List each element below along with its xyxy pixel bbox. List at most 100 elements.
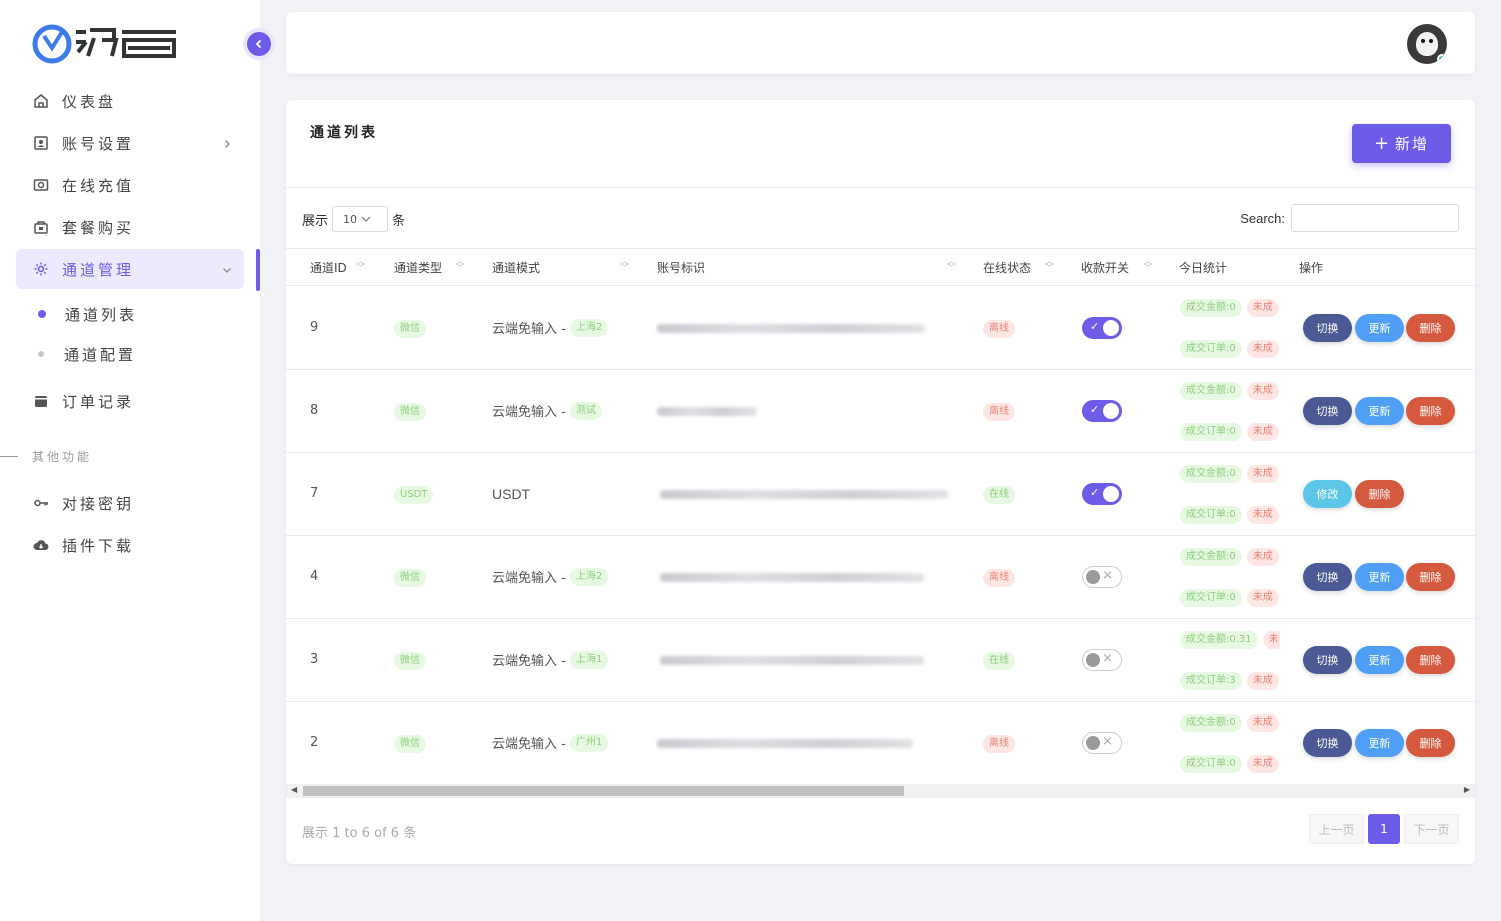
type-tag: 微信 [394, 735, 426, 753]
switch-button[interactable]: 切换 [1303, 314, 1352, 342]
payment-toggle[interactable] [1082, 732, 1122, 754]
column-header-payment-switch[interactable]: 收款开关 ︿ ﹀ [1081, 249, 1152, 286]
mode-tag: 测试 [569, 401, 602, 420]
mode-text: 云端免输入 - [492, 405, 566, 420]
amount-tag: 成交金额:0 [1180, 548, 1242, 566]
type-tag: 微信 [394, 569, 426, 587]
add-channel-button[interactable]: + 新增 [1352, 124, 1451, 163]
payment-toggle[interactable] [1082, 317, 1122, 339]
avatar-eye [1429, 39, 1433, 43]
sort-icon: ︿ ﹀ [620, 257, 630, 274]
table-row: 3 微信 云端免输入 - 上海1 在线 成交金额:0.31未 成交订单:3未成 … [286, 619, 1475, 702]
mode-text: 云端免输入 - [492, 654, 566, 669]
next-page-button[interactable]: 下一页 [1404, 814, 1459, 844]
account-id-redacted [657, 324, 925, 333]
pending-orders-tag: 未成 [1246, 506, 1279, 524]
chevron-down-icon [222, 261, 232, 279]
update-button[interactable]: 更新 [1355, 314, 1404, 342]
nav-dashboard[interactable]: 仪表盘 [16, 81, 244, 121]
switch-button[interactable]: 切换 [1303, 563, 1352, 591]
cloud-download-icon [32, 536, 50, 554]
nav-label: 对接密钥 [62, 494, 135, 513]
delete-button[interactable]: 删除 [1406, 563, 1455, 591]
search-input[interactable] [1291, 204, 1459, 232]
channel-mode: 云端免输入 - 上海1 [492, 650, 609, 669]
pending-orders-tag: 未成 [1246, 589, 1279, 607]
column-header-account[interactable]: 账号标识 ︿ ﹀ [657, 249, 956, 286]
header-label: 操作 [1299, 261, 1324, 275]
payment-toggle[interactable] [1082, 649, 1122, 671]
header-label: 在线状态 [983, 261, 1032, 275]
switch-button[interactable]: 切换 [1303, 729, 1352, 757]
table-row: 8 微信 云端免输入 - 测试 离线 成交金额:0未成 成交订单:0未成 切换 … [286, 370, 1475, 453]
page-1-button[interactable]: 1 [1368, 814, 1400, 844]
online-status: 离线 [983, 320, 1015, 338]
status-badge: 离线 [983, 320, 1015, 338]
pagination: 上一页 1 下一页 [1309, 814, 1459, 844]
online-status-dot [1437, 54, 1447, 64]
payment-toggle[interactable] [1082, 566, 1122, 588]
delete-button[interactable]: 删除 [1406, 729, 1455, 757]
brand-logo[interactable] [32, 22, 182, 66]
payment-toggle[interactable] [1082, 400, 1122, 422]
online-status: 在线 [983, 652, 1015, 670]
column-header-id[interactable]: 通道ID ︿ ﹀ [310, 249, 365, 286]
search-label: Search: [1240, 210, 1285, 226]
update-button[interactable]: 更新 [1355, 563, 1404, 591]
table-row: 2 微信 云端免输入 - 广州1 离线 成交金额:0未成 成交订单:0未成 切换… [286, 702, 1475, 785]
delete-button[interactable]: 删除 [1406, 314, 1455, 342]
scroll-right-icon[interactable]: ▶ [1464, 785, 1470, 794]
scroll-left-icon[interactable]: ◀ [291, 785, 297, 794]
avatar-face [1416, 32, 1438, 56]
switch-button[interactable]: 切换 [1303, 646, 1352, 674]
amount-stat: 成交金额:0 未成 [1180, 465, 1280, 483]
prev-page-button[interactable]: 上一页 [1309, 814, 1364, 844]
update-button[interactable]: 更新 [1355, 646, 1404, 674]
delete-button[interactable]: 删除 [1406, 397, 1455, 425]
update-button[interactable]: 更新 [1355, 729, 1404, 757]
nav-recharge[interactable]: 在线充值 [16, 165, 244, 205]
nav-channel-management[interactable]: 通道管理 [16, 249, 244, 289]
update-button[interactable]: 更新 [1355, 397, 1404, 425]
delete-button[interactable]: 删除 [1406, 646, 1455, 674]
nav-account-settings[interactable]: 账号设置 [16, 123, 244, 163]
channel-id: 7 [310, 486, 319, 501]
nav-label: 套餐购买 [62, 218, 135, 237]
section-label-other: 其他功能 [0, 448, 92, 465]
subnav-channel-list[interactable]: 通道列表 [16, 296, 244, 332]
column-header-online[interactable]: 在线状态 ︿ ﹀ [983, 249, 1054, 286]
nav-plugin-download[interactable]: 插件下载 [16, 525, 244, 565]
nav-packages[interactable]: 套餐购买 [16, 207, 244, 247]
amount-stat: 成交金额:0 未成 [1180, 548, 1280, 566]
payment-toggle[interactable] [1082, 483, 1122, 505]
subnav-label: 通道列表 [65, 305, 138, 324]
scrollbar-thumb[interactable] [303, 786, 904, 796]
pending-orders-tag: 未成 [1246, 423, 1279, 441]
column-header-mode[interactable]: 通道模式 ︿ ﹀ [492, 249, 629, 286]
channel-id: 4 [310, 569, 319, 584]
switch-button[interactable]: 切换 [1303, 397, 1352, 425]
pending-amount-tag: 未成 [1246, 548, 1279, 566]
header-label: 账号标识 [657, 261, 706, 275]
channel-type: 微信 [394, 652, 426, 670]
nav-api-key[interactable]: 对接密钥 [16, 483, 244, 523]
sort-icon: ︿ ﹀ [1045, 257, 1055, 274]
channel-mode: 云端免输入 - 上海2 [492, 567, 609, 586]
user-avatar[interactable] [1407, 24, 1447, 64]
section-label-text: 其他功能 [32, 450, 93, 464]
delete-button[interactable]: 删除 [1355, 480, 1404, 508]
orders-stat: 成交订单:0 未成 [1180, 340, 1280, 358]
subnav-channel-config[interactable]: 通道配置 [16, 336, 244, 372]
column-header-type[interactable]: 通道类型 ︿ ﹀ [394, 249, 465, 286]
nav-orders[interactable]: 订单记录 [16, 381, 244, 421]
horizontal-scrollbar[interactable]: ◀ ▶ [286, 784, 1475, 798]
nav-label: 通道管理 [62, 260, 135, 279]
collapse-sidebar-button[interactable] [247, 32, 271, 56]
avatar-eye [1421, 39, 1425, 43]
bullet-icon [38, 310, 46, 318]
page-length-select[interactable]: 10 [332, 206, 389, 232]
channel-type: 微信 [394, 403, 426, 421]
channel-id: 2 [310, 735, 319, 750]
edit-button[interactable]: 修改 [1303, 480, 1352, 508]
orders-tag: 成交订单:0 [1180, 506, 1242, 524]
